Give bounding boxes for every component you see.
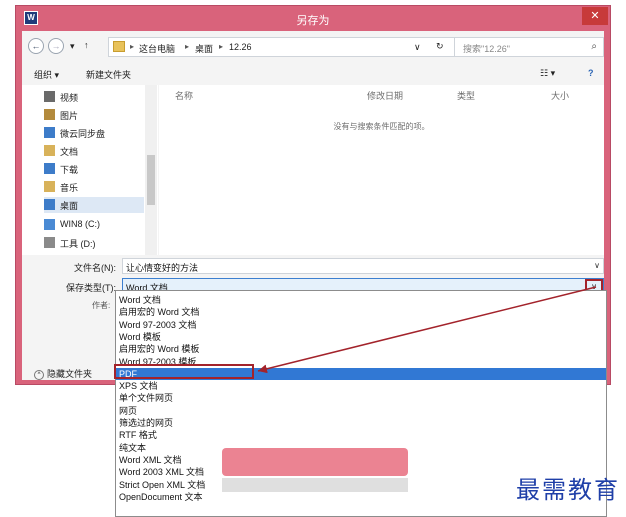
save-type-option[interactable]: 网页: [116, 405, 606, 417]
author-label: 作者:: [92, 301, 111, 310]
address-row: ← → ▾ ↑ ▸ 这台电脑 ▸ 桌面 ▸ 12.26 ∨ ↻ 搜索"12.26…: [22, 35, 604, 57]
nav-scrollbar[interactable]: [145, 85, 157, 255]
save-type-option[interactable]: 筛选过的网页: [116, 417, 606, 429]
picture-icon: [44, 109, 55, 120]
nav-item-label: 视频: [60, 93, 79, 103]
title-bar: W 另存为 ✕: [16, 6, 610, 31]
nav-item-documents[interactable]: 文档: [44, 143, 144, 159]
view-options-icon[interactable]: ☷ ▾: [540, 68, 555, 79]
address-bar[interactable]: ▸ 这台电脑 ▸ 桌面 ▸ 12.26 ∨ ↻: [108, 37, 458, 57]
search-box[interactable]: 搜索"12.26" ⌕: [454, 37, 604, 57]
nav-item-label: 桌面: [60, 201, 79, 211]
close-button[interactable]: ✕: [582, 7, 608, 25]
refresh-icon[interactable]: ↻: [436, 41, 444, 52]
search-input[interactable]: 搜索"12.26": [463, 42, 510, 55]
nav-item-label: 音乐: [60, 183, 79, 193]
back-button[interactable]: ←: [28, 38, 44, 54]
nav-item-label: 下载: [60, 165, 79, 175]
navigation-pane: 视频 图片 微云同步盘 文档 下载 音乐 桌面 WIN8 (C:) 工具 (D:…: [22, 85, 158, 255]
recent-locations-icon[interactable]: ▾: [70, 41, 75, 52]
nav-item-music[interactable]: 音乐: [44, 179, 144, 195]
redacted-area: [222, 448, 408, 476]
nav-item-drive-d[interactable]: 工具 (D:): [44, 235, 144, 251]
scroll-thumb[interactable]: [147, 155, 155, 205]
column-modified[interactable]: 修改日期: [367, 89, 403, 102]
save-type-option[interactable]: Word 文档: [116, 294, 606, 306]
search-icon[interactable]: ⌕: [591, 41, 597, 52]
filename-label: 文件名(N):: [74, 263, 116, 273]
download-icon: [44, 163, 55, 174]
filename-field[interactable]: 让心情变好的方法 ∨: [122, 258, 604, 274]
nav-item-label: 工具 (D:): [60, 239, 96, 249]
nav-item-label: WIN8 (C:): [60, 219, 100, 229]
drive-d-icon: [44, 237, 55, 248]
breadcrumb-separator: ▸: [219, 42, 224, 51]
nav-item-label: 图片: [60, 111, 79, 121]
watermark-text: 最需教育: [516, 476, 620, 504]
redacted-area: [222, 478, 408, 492]
nav-item-desktop[interactable]: 桌面: [44, 197, 144, 213]
breadcrumb-this-pc[interactable]: 这台电脑: [139, 42, 175, 55]
column-size[interactable]: 大小: [551, 89, 569, 102]
nav-item-label: 文档: [60, 147, 79, 157]
save-type-option[interactable]: 单个文件网页: [116, 392, 606, 404]
nav-item-videos[interactable]: 视频: [44, 89, 144, 105]
hide-folders-label: 隐藏文件夹: [47, 369, 93, 379]
new-folder-button[interactable]: 新建文件夹: [86, 68, 131, 81]
video-icon: [44, 91, 55, 102]
folder-icon: [113, 41, 125, 52]
command-bar: 组织 ▾ 新建文件夹 ☷ ▾ ?: [22, 63, 604, 83]
drive-c-icon: [44, 219, 55, 230]
nav-item-cloud[interactable]: 微云同步盘: [44, 125, 144, 141]
column-name[interactable]: 名称: [175, 89, 193, 102]
nav-item-pictures[interactable]: 图片: [44, 107, 144, 123]
organize-menu[interactable]: 组织 ▾: [34, 68, 59, 81]
hide-folders-toggle[interactable]: ^ 隐藏文件夹: [34, 367, 92, 380]
save-type-option[interactable]: Word 模板: [116, 331, 606, 343]
empty-message: 没有与搜索条件匹配的项。: [333, 122, 430, 131]
nav-item-drive-c[interactable]: WIN8 (C:): [44, 217, 144, 233]
forward-button[interactable]: →: [48, 38, 64, 54]
filename-input[interactable]: 让心情变好的方法: [126, 261, 198, 274]
save-type-option[interactable]: Word 97-2003 文档: [116, 319, 606, 331]
breadcrumb-desktop[interactable]: 桌面: [195, 42, 213, 55]
save-type-label: 保存类型(T):: [66, 283, 116, 293]
collapse-icon: ^: [34, 369, 44, 380]
breadcrumb-folder[interactable]: 12.26: [229, 42, 252, 52]
filename-dropdown-icon[interactable]: ∨: [594, 261, 600, 270]
breadcrumb-separator: ▸: [185, 42, 190, 51]
breadcrumb-separator: ▸: [130, 42, 135, 51]
up-button[interactable]: ↑: [84, 40, 89, 50]
save-type-option[interactable]: 启用宏的 Word 文档: [116, 306, 606, 318]
music-icon: [44, 181, 55, 192]
save-type-option[interactable]: 启用宏的 Word 模板: [116, 343, 606, 355]
address-dropdown-icon[interactable]: ∨: [414, 42, 421, 53]
document-icon: [44, 145, 55, 156]
desktop-icon: [44, 199, 55, 210]
file-list: 名称 修改日期 类型 大小 没有与搜索条件匹配的项。: [159, 85, 604, 255]
nav-item-label: 微云同步盘: [60, 129, 106, 139]
pdf-annotation-box: [114, 364, 254, 379]
save-type-option[interactable]: RTF 格式: [116, 429, 606, 441]
column-type[interactable]: 类型: [457, 89, 475, 102]
save-type-option[interactable]: XPS 文档: [116, 380, 606, 392]
cloud-icon: [44, 127, 55, 138]
nav-item-downloads[interactable]: 下载: [44, 161, 144, 177]
help-icon[interactable]: ?: [588, 68, 594, 78]
dialog-title: 另存为: [296, 15, 330, 27]
